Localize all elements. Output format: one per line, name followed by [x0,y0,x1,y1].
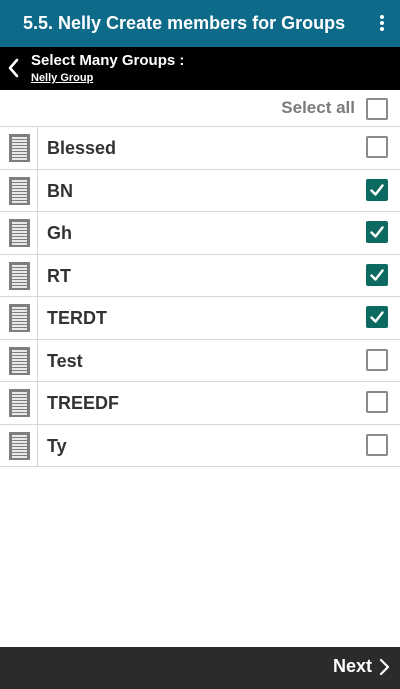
more-vertical-icon[interactable] [376,12,388,34]
document-icon[interactable] [0,254,38,296]
group-name: Test [47,350,83,371]
list-item[interactable]: TREEDF [0,382,400,425]
group-checkbox[interactable] [366,178,388,201]
group-list: Blessed BN Gh RT TERDT Test TREEDF Ty [0,127,400,467]
list-item[interactable]: Gh [0,212,400,255]
chevron-left-icon[interactable] [4,55,24,81]
document-icon[interactable] [0,127,38,169]
document-icon[interactable] [0,297,38,339]
list-item[interactable]: TERDT [0,297,400,340]
next-label: Next [332,656,372,676]
subheader-title: Select Many Groups : [31,52,185,69]
app-header: 5.5. Nelly Create members for Groups [0,0,400,47]
group-name: BN [47,180,73,201]
list-item[interactable]: BN [0,169,400,212]
chevron-right-icon [379,658,390,675]
group-name: TREEDF [47,393,119,413]
footer-bar: Next [0,647,400,689]
group-checkbox[interactable] [366,263,388,286]
group-checkbox[interactable] [366,348,388,371]
group-name: Blessed [47,138,117,158]
document-icon[interactable] [0,169,38,211]
group-checkbox[interactable] [366,306,388,328]
document-icon[interactable] [0,382,38,424]
list-item[interactable]: Ty [0,424,400,467]
group-name-link[interactable]: Nelly Group [31,72,93,84]
document-icon[interactable] [0,424,38,466]
group-name: Ty [47,435,67,456]
group-checkbox[interactable] [366,391,388,413]
select-all-checkbox[interactable] [366,98,388,120]
list-item[interactable]: Test [0,339,400,382]
select-all-row: Select all [0,90,400,127]
document-icon[interactable] [0,339,38,381]
document-icon[interactable] [0,212,38,254]
list-item[interactable]: Blessed [0,127,400,170]
list-item[interactable]: RT [0,254,400,297]
group-name: Gh [47,223,72,243]
page-title: 5.5. Nelly Create members for Groups [23,13,346,33]
group-name: TERDT [47,308,107,328]
group-checkbox[interactable] [366,221,388,243]
group-name: RT [47,265,71,286]
select-all-label: Select all [281,98,355,117]
group-checkbox[interactable] [366,433,388,456]
subheader: Select Many Groups : Nelly Group [0,47,400,90]
next-button[interactable]: Next [333,656,390,677]
group-checkbox[interactable] [366,136,388,158]
